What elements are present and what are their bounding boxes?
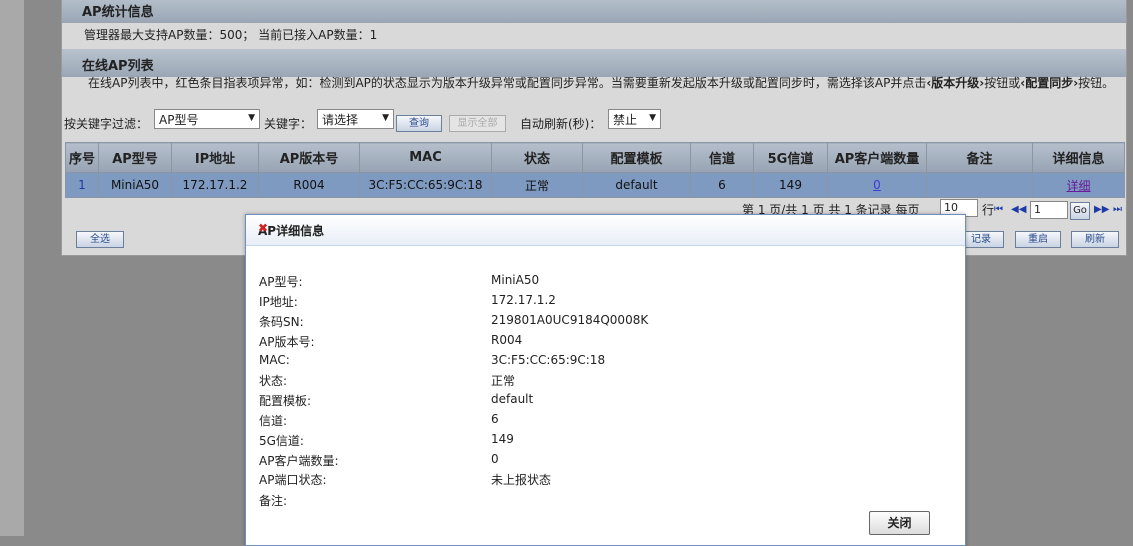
- keyword-select[interactable]: 请选择 ▼: [317, 109, 394, 129]
- detail-label: AP版本号:: [259, 335, 315, 349]
- chevron-down-icon: ▼: [248, 113, 255, 123]
- detail-label: 备注:: [259, 494, 288, 508]
- col-status[interactable]: 状态: [491, 142, 583, 173]
- col-ip[interactable]: IP地址: [171, 142, 259, 173]
- col-channel5g[interactable]: 5G信道: [753, 142, 828, 173]
- detail-label: 条码SN:: [259, 315, 304, 329]
- detail-value: MiniA50: [491, 273, 540, 287]
- cell-status: 正常: [491, 172, 583, 198]
- section-title-online-list: 在线AP列表: [82, 59, 154, 74]
- dialog-title-bar: AP详细信息 ✖: [246, 215, 965, 246]
- ap-table: 序号 AP型号 IP地址 AP版本号 MAC 状态 配置模板 信道 5G信道 A…: [65, 142, 1125, 198]
- detail-label: IP地址:: [259, 295, 298, 309]
- select-all-button[interactable]: 全选: [76, 231, 124, 248]
- detail-label: 信道:: [259, 414, 288, 428]
- close-button[interactable]: 关闭: [869, 511, 930, 535]
- section-header-stats: AP统计信息: [62, 0, 1126, 23]
- detail-label: 状态:: [259, 374, 288, 388]
- restart-button[interactable]: 重启: [1015, 231, 1061, 248]
- refresh-button[interactable]: 刷新: [1071, 231, 1119, 248]
- table-header-row: 序号 AP型号 IP地址 AP版本号 MAC 状态 配置模板 信道 5G信道 A…: [65, 142, 1125, 173]
- last-page-icon[interactable]: ⏭: [1113, 204, 1122, 215]
- col-note[interactable]: 备注: [926, 142, 1033, 173]
- detail-value: 未上报状态: [491, 473, 552, 487]
- detail-label: 配置模板:: [259, 394, 312, 408]
- detail-value: 3C:F5:CC:65:9C:18: [491, 353, 606, 367]
- left-frame-strip: [0, 0, 24, 536]
- chevron-down-icon: ▼: [649, 113, 656, 123]
- close-icon[interactable]: ✖: [258, 222, 270, 234]
- col-version[interactable]: AP版本号: [258, 142, 360, 173]
- table-row[interactable]: 1 MiniA50 172.17.1.2 R004 3C:F5:CC:65:9C…: [65, 172, 1125, 198]
- list-description: 在线AP列表中，红色条目指表项异常，如：检测到AP的状态显示为版本升级异常或配置…: [66, 76, 1122, 91]
- col-index[interactable]: 序号: [65, 142, 99, 173]
- detail-label: MAC:: [259, 353, 290, 367]
- cell-model: MiniA50: [98, 172, 172, 198]
- cell-note: [926, 172, 1033, 198]
- prev-page-icon[interactable]: ◀◀: [1011, 204, 1026, 215]
- col-template[interactable]: 配置模板: [582, 142, 691, 173]
- cell-channel: 6: [690, 172, 754, 198]
- auto-refresh-value: 禁止: [613, 113, 638, 127]
- filter-field-value: AP型号: [159, 113, 199, 127]
- ap-stats-text: 管理器最大支持AP数量：500； 当前已接入AP数量：1: [84, 28, 378, 42]
- detail-value: 6: [491, 412, 499, 426]
- col-clients[interactable]: AP客户端数量: [827, 142, 927, 173]
- col-mac[interactable]: MAC: [359, 142, 492, 173]
- desc-part1: 在线AP列表中，红色条目指表项异常，如：检测到AP的状态显示为版本升级异常或配置…: [88, 76, 927, 90]
- detail-link[interactable]: 详细: [1066, 179, 1090, 193]
- cell-index: 1: [65, 172, 99, 198]
- cell-clients: 0: [827, 172, 927, 198]
- cell-mac: 3C:F5:CC:65:9C:18: [359, 172, 492, 198]
- detail-value: 172.17.1.2: [491, 293, 556, 307]
- cell-version: R004: [258, 172, 360, 198]
- col-detail[interactable]: 详细信息: [1032, 142, 1125, 173]
- desc-sync-ref: ‹配置同步›: [1020, 76, 1079, 90]
- rows-label: 行: [982, 203, 995, 217]
- section-title-stats: AP统计信息: [82, 5, 154, 20]
- desc-part2: 按钮。: [1078, 76, 1115, 90]
- detail-value: 0: [491, 452, 499, 466]
- cell-detail: 详细: [1032, 172, 1125, 198]
- cell-ip: 172.17.1.2: [171, 172, 259, 198]
- ap-detail-dialog: AP详细信息 ✖ AP型号: MiniA50 IP地址: 172.17.1.2 …: [245, 214, 966, 546]
- desc-upgrade-ref: ‹版本升级›: [926, 76, 985, 90]
- first-page-icon[interactable]: ⏮: [994, 204, 1003, 215]
- cell-channel5g: 149: [753, 172, 828, 198]
- detail-value: R004: [491, 333, 523, 347]
- cell-template: default: [582, 172, 691, 198]
- chevron-down-icon: ▼: [382, 113, 389, 123]
- desc-mid: 按钮或: [984, 76, 1021, 90]
- detail-value: 149: [491, 432, 514, 446]
- detail-label: AP型号:: [259, 275, 303, 289]
- page-input[interactable]: 1: [1030, 201, 1068, 219]
- detail-value: 正常: [491, 374, 516, 388]
- auto-refresh-label: 自动刷新(秒)：: [520, 117, 602, 131]
- detail-value: 219801A0UC9184Q0008K: [491, 313, 649, 327]
- clients-link[interactable]: 0: [873, 178, 881, 192]
- detail-label: AP客户端数量:: [259, 454, 339, 468]
- section-header-online-list: 在线AP列表: [62, 49, 1126, 77]
- keyword-label: 关键字：: [264, 117, 313, 131]
- show-all-button[interactable]: 显示全部: [449, 115, 506, 132]
- keyword-value: 请选择: [322, 113, 359, 127]
- go-button[interactable]: Go: [1070, 202, 1090, 220]
- col-model[interactable]: AP型号: [98, 142, 172, 173]
- detail-label: AP端口状态:: [259, 473, 327, 487]
- detail-label: 5G信道:: [259, 434, 304, 448]
- filter-field-select[interactable]: AP型号 ▼: [154, 109, 260, 129]
- filter-label: 按关键字过滤：: [64, 117, 149, 131]
- detail-value: default: [491, 392, 534, 406]
- query-button[interactable]: 查询: [396, 115, 442, 132]
- col-channel[interactable]: 信道: [690, 142, 754, 173]
- auto-refresh-select[interactable]: 禁止 ▼: [608, 109, 661, 129]
- next-page-icon[interactable]: ▶▶: [1094, 204, 1109, 215]
